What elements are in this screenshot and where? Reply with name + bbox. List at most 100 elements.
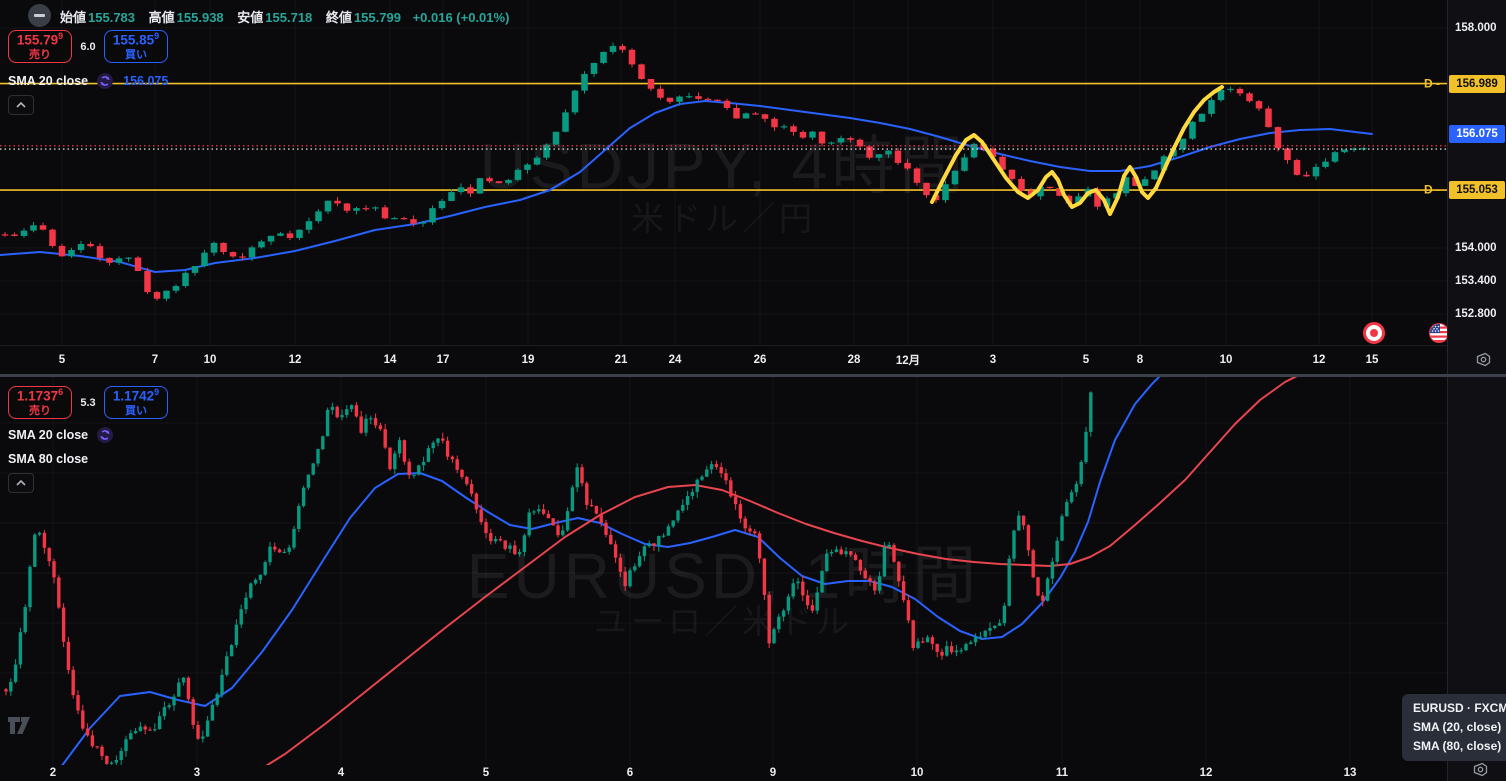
- SMA 80-line[interactable]: [245, 377, 1305, 765]
- indicator-tooltip: EURUSD · FXCM, SMA (20, close) SMA (80, …: [1402, 694, 1506, 761]
- price-tick-label: 154.000: [1448, 242, 1506, 254]
- close-label: 終値: [326, 10, 352, 25]
- sma20-value: 156.075: [123, 74, 168, 88]
- indicator-legend-sma20[interactable]: SMA 20 close: [8, 427, 113, 443]
- tooltip-sma80: SMA (80, close): [1413, 737, 1500, 756]
- sell-price-sup: 9: [58, 31, 63, 41]
- sync-icon: [97, 427, 113, 443]
- time-axis-usdjpy[interactable]: 5 7 10 12 14 17 19 21 24 26 28 12月 3 5 8 10 12 15: [0, 345, 1447, 374]
- buy-price-sup: 9: [154, 387, 159, 397]
- trading-app: USDJPY, 4時間 米ドル／円 始値155.783 高値155.938 安値…: [0, 0, 1506, 781]
- time-tick-label: 28: [848, 354, 861, 366]
- price-tick-label: 152.800: [1448, 308, 1506, 320]
- buy-label: 買い: [125, 405, 147, 417]
- eurusd-chart-canvas[interactable]: [0, 377, 1447, 765]
- high-value: 155.938: [177, 10, 224, 25]
- pane-separator[interactable]: [0, 374, 1506, 377]
- time-tick-label: 5: [483, 767, 489, 779]
- sma80-label: SMA 80 close: [8, 452, 88, 466]
- usdjpy-chart-canvas[interactable]: [0, 0, 1447, 345]
- price-tick-label: 158.000: [1448, 22, 1506, 34]
- time-tick-label: 10: [204, 354, 217, 366]
- time-tick-label: 2: [50, 767, 56, 779]
- price-tick-label: 153.400: [1448, 275, 1506, 287]
- time-tick-label: 12: [1313, 354, 1326, 366]
- collapse-pane-button[interactable]: [8, 95, 34, 115]
- close-value: 155.799: [354, 10, 401, 25]
- spread-value: 6.0: [74, 41, 102, 53]
- time-tick-label: 9: [770, 767, 776, 779]
- buy-price-sup: 9: [154, 31, 159, 41]
- sell-price: 1.1737: [17, 389, 58, 404]
- low-label: 安値: [237, 10, 263, 25]
- time-tick-label: 13: [1344, 767, 1357, 779]
- buy-price: 1.1742: [113, 389, 154, 404]
- us-flag-event-icon[interactable]: [1428, 322, 1447, 345]
- time-tick-label: 21: [615, 354, 628, 366]
- chevron-up-icon: [16, 102, 26, 108]
- time-tick-label: 3: [194, 767, 200, 779]
- chart-pane-eurusd[interactable]: EURUSD, 1時間 ユーロ／米ドル 1.17376 売り 5.3 1.174…: [0, 377, 1447, 765]
- time-tick-label: 24: [669, 354, 682, 366]
- time-tick-label: 12: [1200, 767, 1213, 779]
- spread-value: 5.3: [74, 397, 102, 409]
- time-tick-label: 15: [1366, 354, 1379, 366]
- axis-settings-gear-icon[interactable]: [1475, 351, 1492, 373]
- time-tick-label: 10: [911, 767, 924, 779]
- buy-label: 買い: [125, 49, 147, 61]
- time-axis-eurusd[interactable]: 2 3 4 5 6 9 10 11 12 13: [0, 765, 1447, 781]
- sell-label: 売り: [29, 49, 51, 61]
- time-tick-label: 26: [754, 354, 767, 366]
- indicator-legend-sma80[interactable]: SMA 80 close: [8, 451, 88, 467]
- open-label: 始値: [60, 10, 86, 25]
- tooltip-sma20: SMA (20, close): [1413, 718, 1500, 737]
- time-tick-label: 5: [59, 354, 65, 366]
- SMA 20-line[interactable]: [0, 101, 1372, 272]
- price-level-label: 155.053: [1449, 181, 1505, 199]
- price-level-label: 156.989: [1449, 75, 1505, 93]
- buy-button[interactable]: 1.17429 買い: [104, 386, 168, 419]
- tooltip-symbol: EURUSD · FXCM,: [1413, 699, 1500, 718]
- collapse-symbol-button[interactable]: [28, 4, 51, 27]
- collapse-pane-button[interactable]: [8, 473, 34, 493]
- time-tick-label: 5: [1083, 354, 1089, 366]
- time-tick-label: 3: [990, 354, 996, 366]
- sell-label: 売り: [29, 405, 51, 417]
- time-tick-label: 14: [384, 354, 397, 366]
- buy-button[interactable]: 155.859 買い: [104, 30, 168, 63]
- sell-price: 155.79: [17, 33, 58, 48]
- economic-event-icon[interactable]: [1363, 322, 1385, 345]
- time-tick-label: 17: [437, 354, 450, 366]
- sma20-label: SMA 20 close: [8, 428, 88, 442]
- price-axis-usdjpy[interactable]: 158.000154.000153.400152.800156.989156.0…: [1447, 0, 1506, 374]
- high-label: 高値: [149, 10, 175, 25]
- time-tick-label: 12: [289, 354, 302, 366]
- time-tick-label: 19: [522, 354, 535, 366]
- chart-pane-usdjpy[interactable]: USDJPY, 4時間 米ドル／円 始値155.783 高値155.938 安値…: [0, 0, 1447, 345]
- sell-button[interactable]: 155.799 売り: [8, 30, 72, 63]
- time-tick-label: 10: [1220, 354, 1233, 366]
- sell-button[interactable]: 1.17376 売り: [8, 386, 72, 419]
- time-tick-label: 4: [338, 767, 344, 779]
- time-tick-label: 8: [1137, 354, 1143, 366]
- indicator-legend-sma20[interactable]: SMA 20 close 156.075: [8, 73, 168, 89]
- change-value: +0.016 (+0.01%): [413, 10, 510, 25]
- time-tick-label: 7: [152, 354, 158, 366]
- time-tick-label: 11: [1056, 767, 1068, 779]
- buy-price: 155.85: [113, 33, 154, 48]
- daily-level-mark: D -: [1424, 76, 1440, 90]
- ohlc-readout: 始値155.783 高値155.938 安値155.718 終値155.799 …: [60, 7, 509, 26]
- chevron-up-icon: [16, 480, 26, 486]
- sma20-label: SMA 20 close: [8, 74, 88, 88]
- minus-icon: [34, 14, 45, 17]
- open-value: 155.783: [88, 10, 135, 25]
- axis-settings-gear-icon[interactable]: [1472, 761, 1489, 781]
- tradingview-logo[interactable]: [8, 717, 38, 744]
- time-tick-label: 12月: [896, 352, 920, 368]
- sell-price-sup: 6: [58, 387, 63, 397]
- time-tick-label: 6: [627, 767, 633, 779]
- sync-icon: [97, 73, 113, 89]
- low-value: 155.718: [265, 10, 312, 25]
- daily-level-mark: D -: [1424, 182, 1440, 196]
- SMA 20-line[interactable]: [55, 377, 1162, 765]
